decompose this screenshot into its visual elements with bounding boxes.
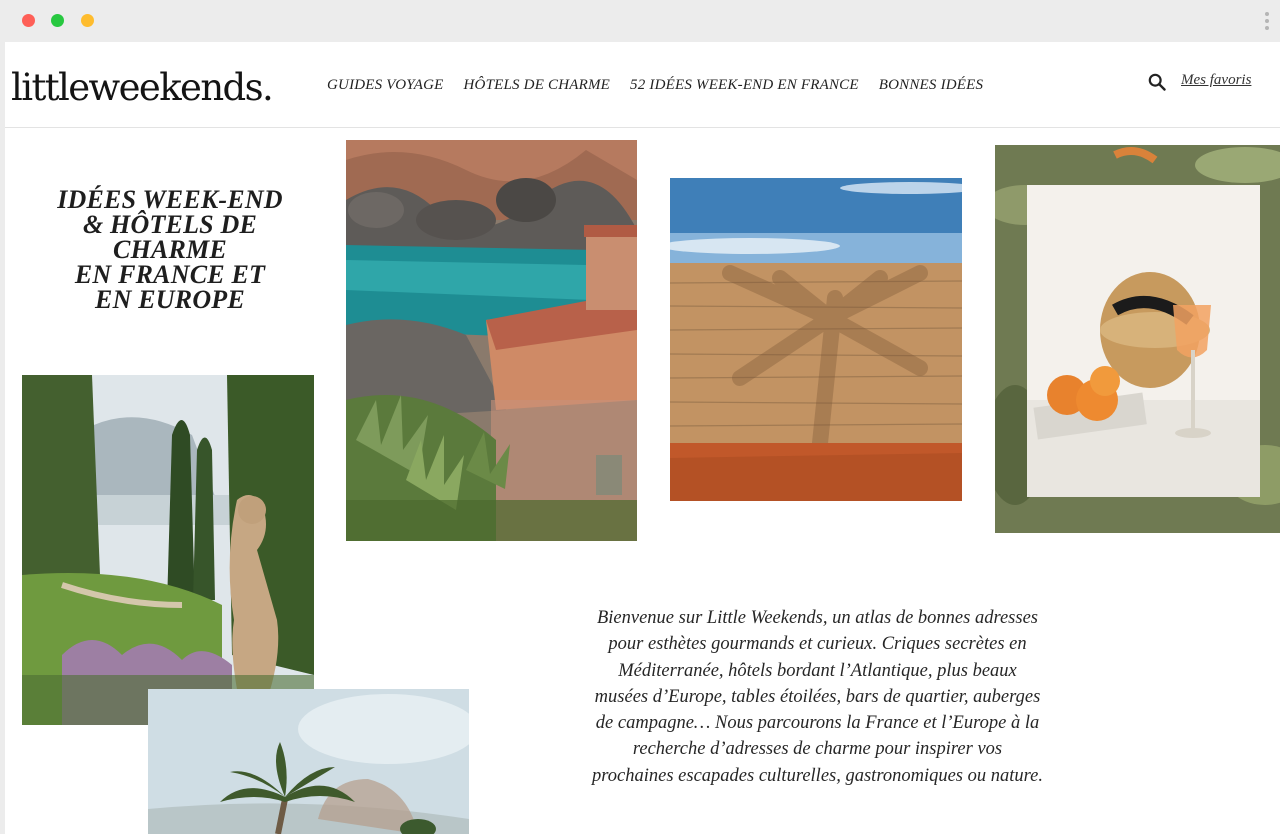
browser-menu-icon[interactable] (1264, 12, 1270, 32)
site-header: littleweekends. GUIDES VOYAGE HÔTELS DE … (5, 42, 1280, 128)
page: littleweekends. GUIDES VOYAGE HÔTELS DE … (5, 42, 1280, 834)
search-icon[interactable] (1148, 73, 1166, 91)
tagline-line: EN FRANCE ET (74, 260, 266, 289)
site-logo[interactable]: littleweekends. (11, 66, 274, 109)
nav-item-52-idees-week-end[interactable]: 52 IDÉES WEEK-END EN FRANCE (630, 77, 859, 94)
photo-italian-garden[interactable] (22, 375, 314, 725)
window-maximize-button[interactable] (51, 14, 64, 27)
photo-stone-wall[interactable] (670, 178, 962, 501)
photo-mediterranean-cove[interactable] (346, 140, 637, 541)
tagline-line: & HÔTELS DE (82, 210, 258, 239)
tagline-line: CHARME (113, 235, 227, 264)
nav-item-bonnes-idees[interactable]: BONNES IDÉES (879, 77, 983, 94)
tagline-line: EN EUROPE (95, 285, 245, 314)
main-nav: GUIDES VOYAGE HÔTELS DE CHARME 52 IDÉES … (327, 77, 983, 94)
photo-peaches-spritz[interactable] (995, 145, 1280, 533)
nav-item-hotels-de-charme[interactable]: HÔTELS DE CHARME (464, 77, 611, 94)
tagline-line: IDÉES WEEK-END (57, 185, 283, 214)
window-minimize-button[interactable] (81, 14, 94, 27)
intro-paragraph: Bienvenue sur Little Weekends, un atlas … (592, 608, 1043, 786)
window-close-button[interactable] (22, 14, 35, 27)
nav-item-guides-voyage[interactable]: GUIDES VOYAGE (327, 77, 444, 94)
browser-chrome (0, 0, 1280, 42)
tagline-heading: IDÉES WEEK-END & HÔTELS DE CHARME EN FRA… (35, 185, 305, 314)
favorites-link[interactable]: Mes favoris (1181, 72, 1251, 89)
photo-palm-tree[interactable] (148, 689, 469, 834)
